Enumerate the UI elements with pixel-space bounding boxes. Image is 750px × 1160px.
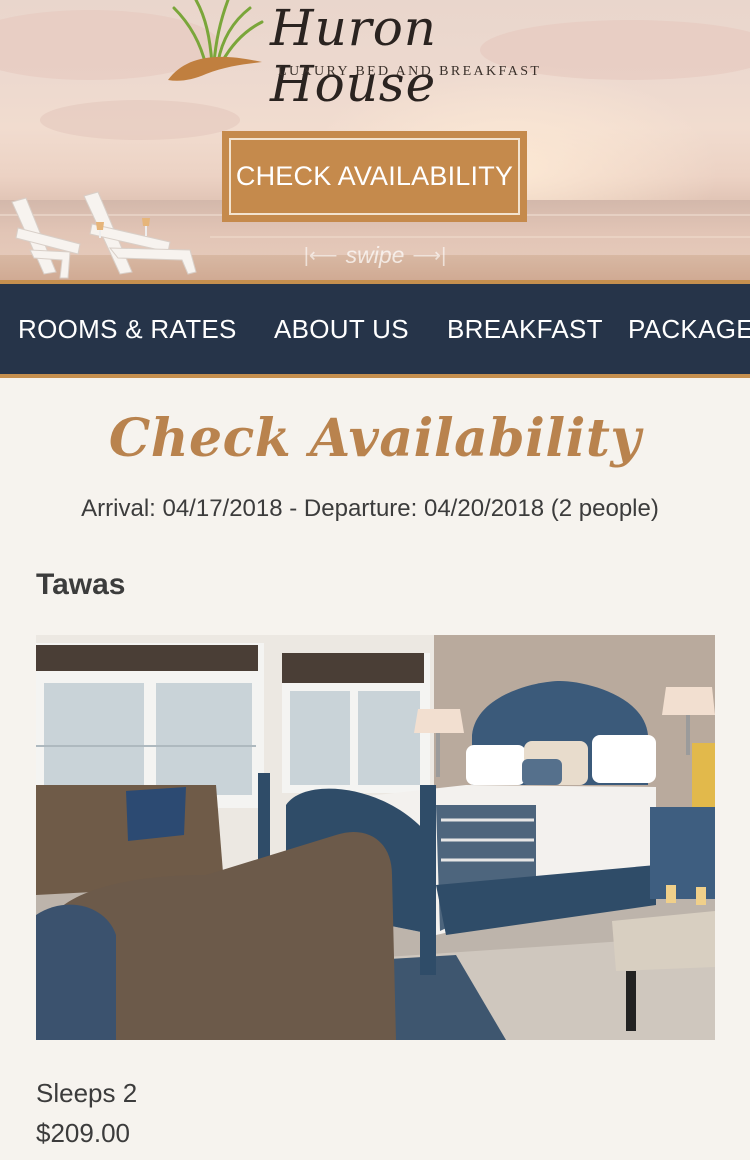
check-availability-label: CHECK AVAILABILITY — [229, 138, 520, 215]
page-title: Check Availability — [108, 408, 642, 469]
swipe-hint-label: swipe — [345, 241, 405, 268]
swipe-hint: |⟵ swipe ⟶| — [288, 241, 462, 269]
nav-item-rooms-rates[interactable]: ROOMS & RATES — [18, 284, 237, 374]
availability-content: Check Availability Arrival: 04/17/2018 -… — [0, 378, 750, 1160]
nav-item-breakfast[interactable]: BREAKFAST — [447, 284, 603, 374]
room-capacity: Sleeps 2 — [36, 1078, 138, 1108]
arrow-left-icon: |⟵ — [303, 244, 338, 267]
check-availability-button[interactable]: CHECK AVAILABILITY — [222, 131, 527, 222]
room-name[interactable]: Tawas — [36, 568, 336, 604]
hero-cloud — [40, 100, 240, 140]
nav-item-about-us[interactable]: ABOUT US — [274, 284, 409, 374]
room-photo-image — [36, 635, 715, 1040]
hero-waterline — [210, 236, 750, 238]
room-photo[interactable] — [36, 635, 715, 1040]
dune-grass-logo-icon — [168, 0, 264, 81]
stay-dates-summary: Arrival: 04/17/2018 - Departure: 04/20/2… — [81, 495, 659, 522]
adirondack-chairs-image — [11, 191, 197, 279]
arrow-right-icon: ⟶| — [412, 244, 447, 267]
brand-tagline: LUXURY BED AND BREAKFAST — [278, 64, 542, 79]
main-nav: ROOMS & RATES ABOUT US BREAKFAST PACKAGE — [0, 284, 750, 378]
brand-name[interactable]: Huron House — [270, 0, 600, 112]
hero-banner[interactable]: Huron House LUXURY BED AND BREAKFAST CHE… — [0, 0, 750, 284]
room-price: $209.00 — [36, 1118, 130, 1148]
nav-item-packages[interactable]: PACKAGE — [628, 284, 750, 374]
